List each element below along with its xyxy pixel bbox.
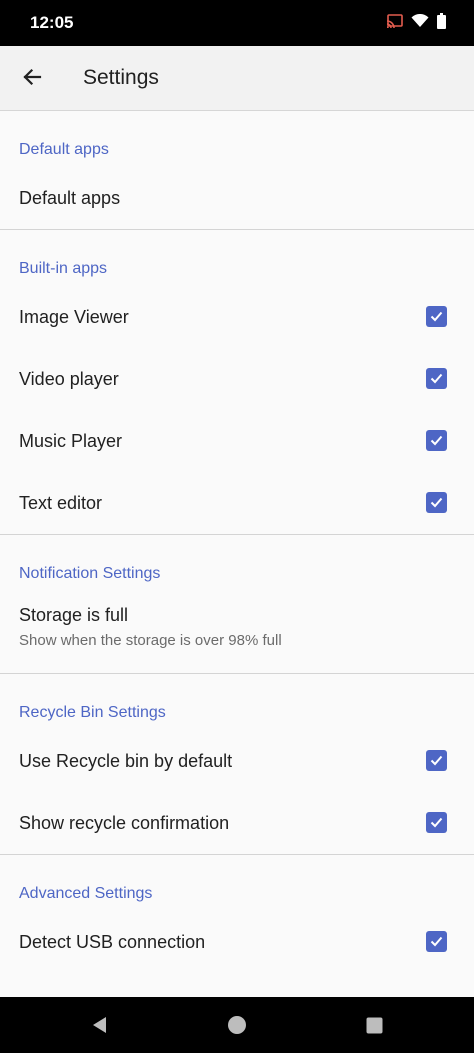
setting-storage-full[interactable]: Storage is full Show when the storage is… bbox=[0, 591, 474, 673]
setting-use-recycle-bin[interactable]: Use Recycle bin by default bbox=[0, 730, 474, 792]
recycle-confirmation-checkbox[interactable] bbox=[426, 812, 447, 833]
home-nav-button[interactable] bbox=[223, 1011, 251, 1039]
settings-list[interactable]: Default apps Default apps Built-in apps … bbox=[0, 111, 474, 997]
check-icon bbox=[430, 936, 443, 947]
section-header: Default apps bbox=[19, 141, 109, 158]
home-nav-icon bbox=[228, 1016, 246, 1034]
use-recycle-bin-checkbox[interactable] bbox=[426, 750, 447, 771]
status-icons bbox=[386, 13, 446, 34]
section-header: Advanced Settings bbox=[19, 885, 153, 902]
check-icon bbox=[430, 755, 443, 766]
setting-label: Detect USB connection bbox=[19, 931, 206, 952]
setting-default-apps[interactable]: Default apps bbox=[0, 167, 474, 229]
setting-label: Image Viewer bbox=[19, 306, 129, 327]
section-recycle-bin-settings: Recycle Bin Settings Use Recycle bin by … bbox=[0, 674, 474, 855]
cast-icon bbox=[386, 13, 403, 34]
setting-label: Music Player bbox=[19, 430, 123, 451]
check-icon bbox=[430, 311, 443, 322]
check-icon bbox=[430, 435, 443, 446]
setting-label: Default apps bbox=[19, 187, 121, 208]
back-nav-icon bbox=[93, 1017, 106, 1033]
setting-image-viewer[interactable]: Image Viewer bbox=[0, 286, 474, 348]
image-viewer-checkbox[interactable] bbox=[426, 306, 447, 327]
section-notification-settings: Notification Settings Storage is full Sh… bbox=[0, 535, 474, 674]
setting-subtitle: Show when the storage is over 98% full bbox=[19, 632, 282, 649]
section-default-apps: Default apps Default apps bbox=[0, 111, 474, 230]
back-nav-button[interactable] bbox=[86, 1011, 114, 1039]
navigation-bar bbox=[0, 997, 474, 1053]
setting-label: Text editor bbox=[19, 492, 103, 513]
video-player-checkbox[interactable] bbox=[426, 368, 447, 389]
setting-label: Video player bbox=[19, 368, 119, 389]
setting-text-editor[interactable]: Text editor bbox=[0, 472, 474, 534]
app-bar: Settings bbox=[0, 46, 474, 111]
section-header: Built-in apps bbox=[19, 260, 108, 277]
check-icon bbox=[430, 497, 443, 508]
section-header: Recycle Bin Settings bbox=[19, 704, 166, 721]
setting-detect-usb[interactable]: Detect USB connection bbox=[0, 911, 474, 973]
setting-label: Storage is full bbox=[19, 605, 129, 625]
section-built-in-apps: Built-in apps Image Viewer Video player … bbox=[0, 230, 474, 535]
detect-usb-checkbox[interactable] bbox=[426, 931, 447, 952]
section-header: Notification Settings bbox=[19, 565, 161, 582]
battery-icon bbox=[437, 13, 446, 34]
wifi-icon bbox=[411, 13, 429, 33]
recents-nav-button[interactable] bbox=[360, 1011, 388, 1039]
arrow-back-icon bbox=[22, 67, 42, 92]
setting-label: Show recycle confirmation bbox=[19, 812, 230, 833]
section-advanced-settings: Advanced Settings Detect USB connection bbox=[0, 855, 474, 973]
recents-nav-icon bbox=[366, 1017, 382, 1033]
check-icon bbox=[430, 817, 443, 828]
text-editor-checkbox[interactable] bbox=[426, 492, 447, 513]
status-time: 12:05 bbox=[30, 13, 74, 32]
setting-show-recycle-confirmation[interactable]: Show recycle confirmation bbox=[0, 792, 474, 854]
setting-music-player[interactable]: Music Player bbox=[0, 410, 474, 472]
page-title: Settings bbox=[83, 66, 159, 89]
check-icon bbox=[430, 373, 443, 384]
music-player-checkbox[interactable] bbox=[426, 430, 447, 451]
setting-label: Use Recycle bin by default bbox=[19, 750, 233, 771]
status-bar: 12:05 bbox=[0, 0, 474, 46]
back-button[interactable] bbox=[16, 63, 48, 95]
setting-video-player[interactable]: Video player bbox=[0, 348, 474, 410]
